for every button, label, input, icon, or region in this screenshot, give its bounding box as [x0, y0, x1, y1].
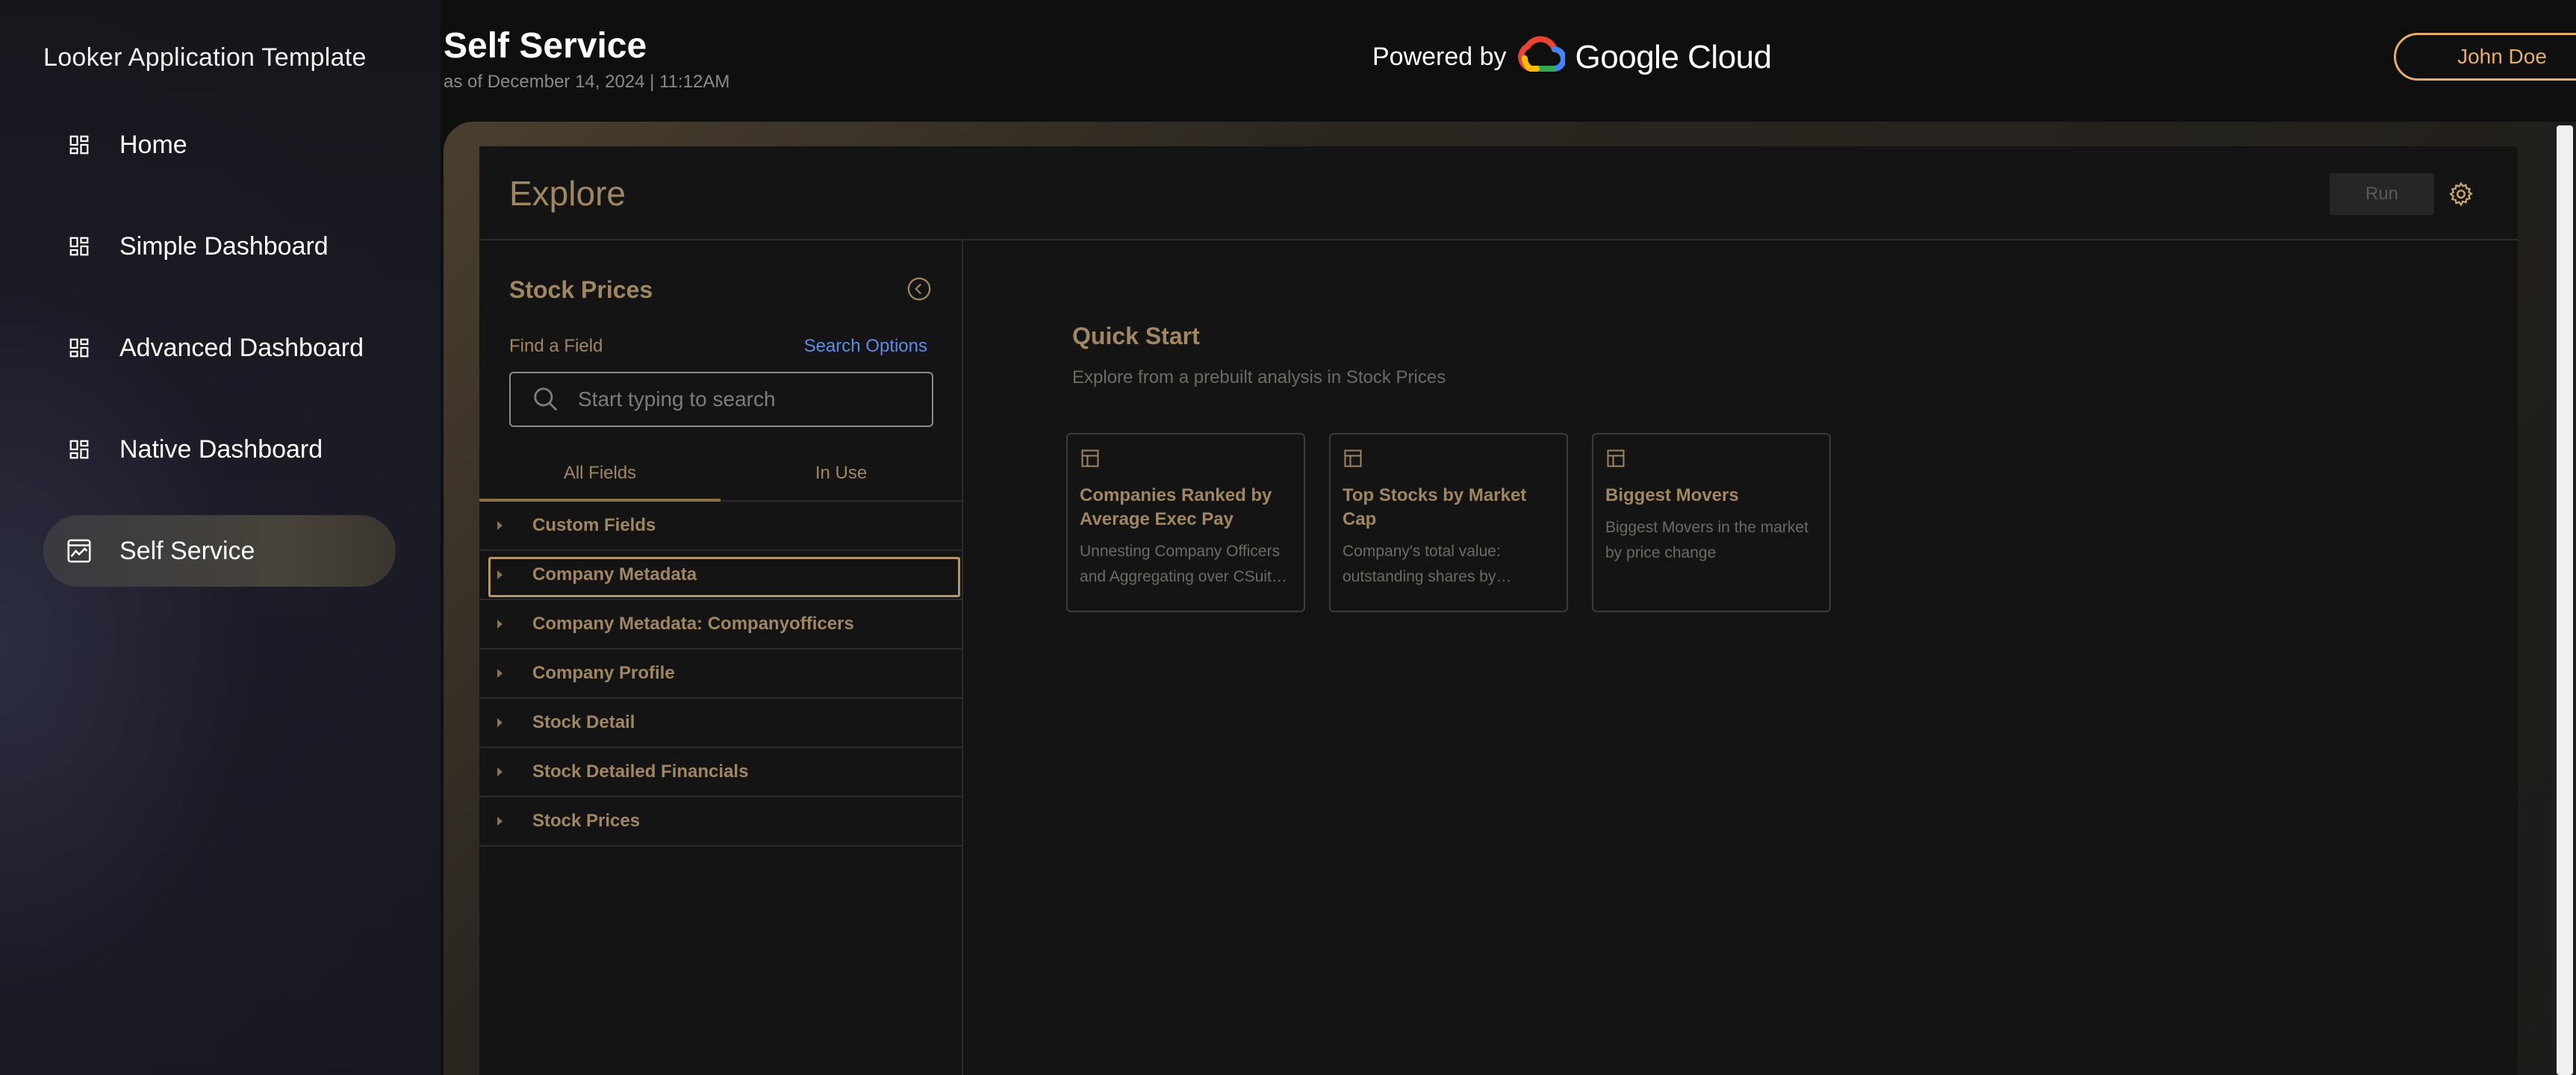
- card-description: Biggest Movers in the market by price ch…: [1605, 519, 1808, 561]
- search-input[interactable]: [578, 387, 906, 411]
- powered-by-label: Powered by: [1372, 43, 1507, 71]
- field-search-box[interactable]: [509, 372, 933, 427]
- field-group-label: Stock Detailed Financials: [532, 761, 749, 782]
- field-group-row[interactable]: Stock Detail: [479, 699, 962, 748]
- caret-right-icon: [497, 570, 503, 579]
- field-group-row[interactable]: Company Metadata: [479, 551, 962, 600]
- tab-in-use[interactable]: In Use: [721, 442, 962, 500]
- quick-start-cards: Companies Ranked by Average Exec Pay Unn…: [1066, 433, 1855, 612]
- sidebar-item-advanced-dashboard[interactable]: Advanced Dashboard: [43, 312, 396, 384]
- run-button[interactable]: Run: [2330, 173, 2434, 215]
- field-group-label: Company Metadata: Companyofficers: [532, 614, 854, 634]
- quick-start-card[interactable]: Top Stocks by Market Cap Company's total…: [1329, 433, 1568, 612]
- sidebar: Looker Application Template Home Simple …: [0, 0, 441, 1075]
- page-timestamp: as of December 14, 2024 | 11:12AM: [444, 72, 730, 92]
- caret-right-icon: [497, 669, 503, 678]
- card-title: Biggest Movers: [1605, 485, 1739, 505]
- field-group-label: Company Profile: [532, 663, 675, 683]
- sidebar-item-simple-dashboard[interactable]: Simple Dashboard: [43, 211, 396, 282]
- field-group-label: Company Metadata: [532, 564, 697, 585]
- sidebar-item-self-service[interactable]: Self Service: [43, 515, 396, 587]
- sidebar-nav: Home Simple Dashboard Advanced Dashboard…: [43, 109, 396, 617]
- gear-icon[interactable]: [2448, 181, 2474, 208]
- explore-panel: Explore Run Stock Prices Find a Field Se…: [479, 146, 2518, 1075]
- field-group-row[interactable]: Company Profile: [479, 649, 962, 699]
- field-tabs: All Fields In Use: [479, 442, 962, 502]
- sidebar-item-label: Self Service: [119, 536, 255, 565]
- caret-right-icon: [497, 718, 503, 727]
- explore-header: Explore Run: [479, 146, 2518, 240]
- sidebar-item-label: Simple Dashboard: [119, 231, 329, 261]
- field-group-label: Stock Prices: [532, 811, 641, 831]
- collapse-panel-icon[interactable]: [906, 276, 933, 303]
- explore-title: Explore: [509, 174, 626, 213]
- find-field-label: Find a Field: [509, 336, 603, 356]
- scrollbar-thumb[interactable]: [2557, 125, 2573, 1075]
- card-description: Unnesting Company Officers and Aggregati…: [1080, 543, 1287, 585]
- dashboard-icon: [66, 436, 93, 463]
- table-icon: [1605, 448, 1626, 469]
- card-title: Companies Ranked by Average Exec Pay: [1080, 485, 1272, 529]
- table-icon: [1343, 448, 1363, 469]
- sidebar-item-home[interactable]: Home: [43, 109, 396, 181]
- dashboard-icon: [66, 334, 93, 361]
- caret-right-icon: [497, 817, 503, 826]
- page-title: Self Service: [444, 26, 647, 66]
- caret-right-icon: [497, 521, 503, 530]
- field-group-row[interactable]: Company Metadata: Companyofficers: [479, 600, 962, 649]
- table-icon: [1080, 448, 1101, 469]
- app-title: Looker Application Template: [43, 43, 367, 72]
- caret-right-icon: [497, 620, 503, 629]
- field-group-label: Stock Detail: [532, 712, 635, 732]
- quick-start-card[interactable]: Biggest Movers Biggest Movers in the mar…: [1592, 433, 1831, 612]
- field-group-row[interactable]: Stock Detailed Financials: [479, 748, 962, 797]
- tab-all-fields[interactable]: All Fields: [479, 442, 721, 502]
- sidebar-item-label: Advanced Dashboard: [119, 333, 364, 362]
- user-menu-button[interactable]: John Doe: [2394, 33, 2576, 81]
- sidebar-item-native-dashboard[interactable]: Native Dashboard: [43, 414, 396, 485]
- powered-by-banner: Powered by Google Cloud: [1372, 36, 1772, 78]
- dashboard-icon: [66, 131, 93, 158]
- caret-right-icon: [497, 767, 503, 776]
- field-group-row[interactable]: Custom Fields: [479, 502, 962, 551]
- quick-start-title: Quick Start: [1072, 322, 1200, 349]
- card-description: Company's total value: outstanding share…: [1343, 543, 1512, 585]
- google-cloud-logo-icon: [1517, 36, 1567, 78]
- sidebar-item-label: Home: [119, 130, 187, 159]
- field-group-row[interactable]: Stock Prices: [479, 797, 962, 847]
- card-title: Top Stocks by Market Cap: [1343, 485, 1527, 529]
- field-picker: Stock Prices Find a Field Search Options…: [479, 240, 963, 1075]
- quick-start-card[interactable]: Companies Ranked by Average Exec Pay Unn…: [1066, 433, 1305, 612]
- quick-start-subtitle: Explore from a prebuilt analysis in Stoc…: [1072, 367, 1446, 387]
- explore-model-title: Stock Prices: [509, 276, 653, 303]
- sidebar-item-label: Native Dashboard: [119, 434, 323, 464]
- analytics-icon: [66, 538, 93, 564]
- google-cloud-brand: Google Cloud: [1575, 38, 1773, 75]
- search-options-link[interactable]: Search Options: [804, 336, 927, 357]
- dashboard-icon: [66, 233, 93, 260]
- field-list: Custom Fields Company Metadata Company M…: [479, 502, 962, 847]
- search-icon: [532, 385, 560, 414]
- field-group-label: Custom Fields: [532, 515, 656, 535]
